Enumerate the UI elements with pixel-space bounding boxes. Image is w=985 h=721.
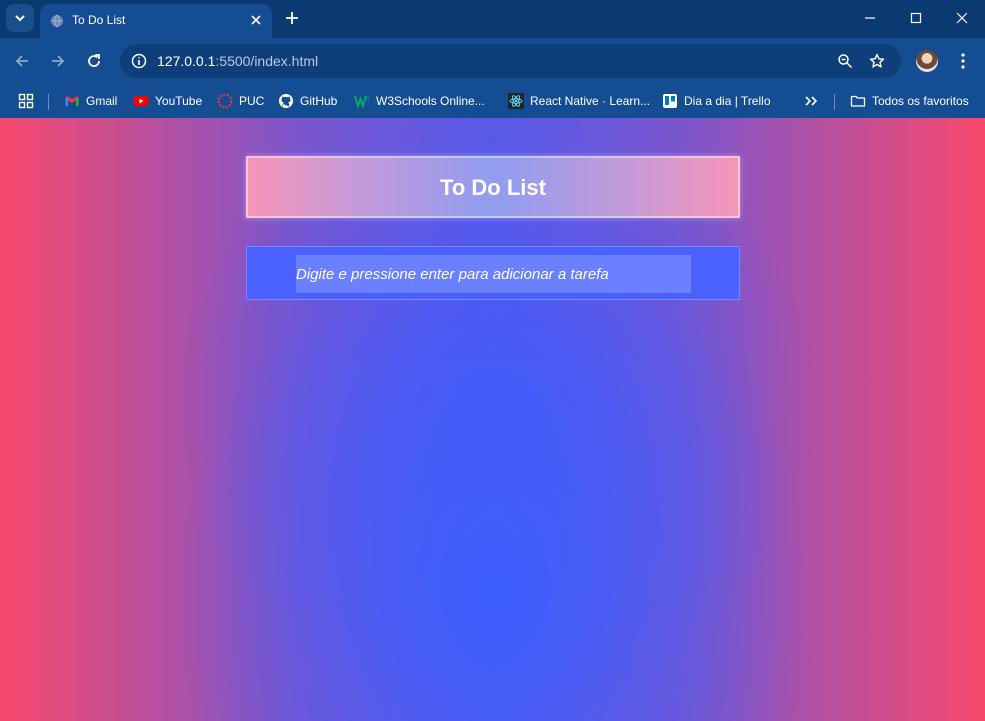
minimize-icon: [865, 17, 875, 19]
url-path: :5500/index.html: [215, 53, 319, 69]
maximize-icon: [910, 12, 922, 24]
more-vert-icon: [961, 53, 965, 69]
minimize-button[interactable]: [847, 4, 893, 32]
zoom-button[interactable]: [835, 51, 855, 71]
url-text: 127.0.0.1:5500/index.html: [157, 53, 318, 69]
maximize-button[interactable]: [893, 4, 939, 32]
zoom-icon: [838, 54, 853, 69]
svg-text:3: 3: [366, 97, 370, 103]
back-button[interactable]: [10, 49, 34, 73]
bookmark-gmail[interactable]: Gmail: [64, 90, 117, 112]
site-info-button[interactable]: [128, 50, 150, 72]
gmail-icon: [65, 96, 79, 106]
bookmark-github[interactable]: GitHub: [278, 90, 337, 112]
browser-titlebar: To Do List: [0, 0, 985, 38]
trello-icon: [663, 94, 677, 108]
close-icon: [956, 12, 968, 24]
bookmark-label: Dia a dia | Trello: [684, 94, 771, 108]
profile-avatar[interactable]: [916, 50, 938, 72]
youtube-icon: [133, 96, 149, 106]
tab-title: To Do List: [72, 13, 126, 27]
bookmark-react-native[interactable]: React Native · Learn...: [508, 90, 650, 112]
bookmarks-divider: [834, 94, 835, 110]
browser-toolbar: 127.0.0.1:5500/index.html: [0, 38, 985, 84]
app-header: To Do List: [246, 156, 740, 218]
plus-icon: [286, 12, 298, 24]
apps-button[interactable]: [18, 90, 34, 112]
close-window-button[interactable]: [939, 4, 985, 32]
browser-menu-button[interactable]: [953, 50, 973, 72]
reload-icon: [88, 54, 100, 67]
bookmark-star-button[interactable]: [867, 51, 887, 71]
bookmark-w3schools[interactable]: 3 W3Schools Online...: [354, 90, 485, 112]
close-icon: [251, 15, 261, 25]
reload-button[interactable]: [82, 49, 106, 73]
url-host: 127.0.0.1: [157, 53, 216, 69]
double-chevron-right-icon: [805, 96, 818, 106]
react-icon: [508, 93, 524, 109]
star-icon: [869, 53, 885, 68]
bookmark-label: GitHub: [300, 94, 338, 108]
tab-close-button[interactable]: [248, 12, 264, 28]
w3schools-icon: 3: [354, 95, 370, 109]
puc-logo-icon: [217, 93, 233, 109]
github-icon: [279, 94, 293, 108]
bookmark-label: PUC: [239, 94, 265, 108]
bookmark-label: Gmail: [86, 94, 118, 108]
apps-grid-icon: [18, 93, 34, 109]
tab-search-button[interactable]: [6, 4, 34, 32]
bookmarks-divider: [48, 94, 49, 110]
globe-icon: [51, 14, 63, 28]
arrow-left-icon: [15, 55, 28, 67]
folder-icon: [850, 95, 866, 107]
forward-button[interactable]: [46, 49, 70, 73]
bookmarks-bar: Gmail YouTube PUC GitHub 3 W3Schools Onl…: [0, 84, 985, 118]
bookmark-label: React Native · Learn...: [530, 94, 651, 108]
all-bookmarks-folder[interactable]: Todos os favoritos: [850, 90, 969, 112]
task-input[interactable]: [296, 255, 691, 293]
bookmark-trello[interactable]: Dia a dia | Trello: [662, 90, 771, 112]
bookmark-label: W3Schools Online...: [376, 94, 485, 108]
info-icon: [131, 53, 147, 69]
more-bookmarks-button[interactable]: [803, 90, 819, 112]
chevron-down-icon: [15, 15, 25, 22]
address-bar[interactable]: 127.0.0.1:5500/index.html: [120, 44, 901, 78]
arrow-right-icon: [52, 55, 65, 67]
bookmark-youtube[interactable]: YouTube: [133, 90, 202, 112]
page-title: To Do List: [440, 175, 546, 200]
task-input-container: [246, 246, 740, 300]
all-bookmarks-label: Todos os favoritos: [872, 94, 969, 108]
new-tab-button[interactable]: [282, 8, 302, 28]
bookmark-puc[interactable]: PUC: [217, 90, 264, 112]
browser-tab[interactable]: To Do List: [40, 4, 272, 38]
page-viewport: To Do List: [0, 118, 985, 721]
bookmark-label: YouTube: [155, 94, 203, 108]
